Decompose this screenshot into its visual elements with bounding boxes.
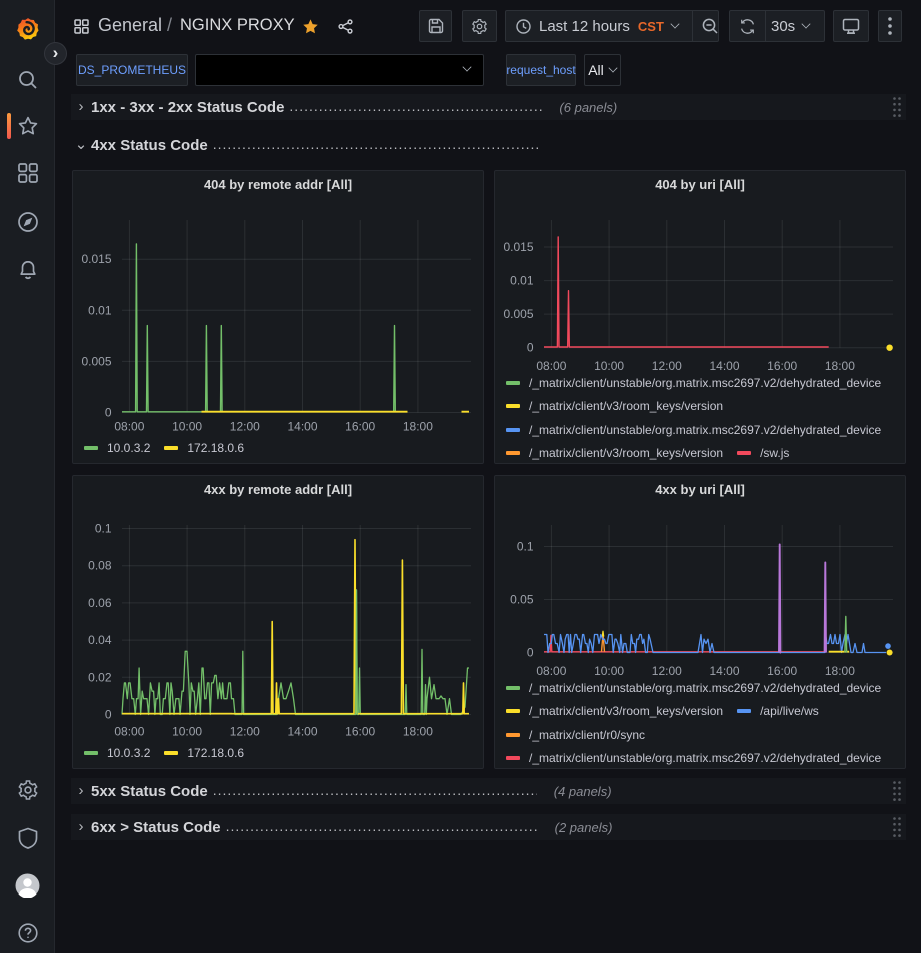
svg-text:0.02: 0.02	[88, 670, 112, 684]
svg-text:0.015: 0.015	[503, 240, 533, 254]
svg-text:18:00: 18:00	[403, 725, 433, 739]
svg-text:0.1: 0.1	[517, 540, 534, 554]
svg-text:08:00: 08:00	[114, 725, 144, 739]
svg-text:16:00: 16:00	[345, 420, 375, 434]
svg-text:0.05: 0.05	[510, 593, 534, 607]
svg-text:0: 0	[105, 406, 112, 420]
svg-text:12:00: 12:00	[230, 420, 260, 434]
svg-text:0.01: 0.01	[88, 303, 112, 317]
svg-text:0.005: 0.005	[81, 354, 111, 368]
svg-text:14:00: 14:00	[287, 725, 317, 739]
svg-text:10:00: 10:00	[172, 420, 202, 434]
svg-text:16:00: 16:00	[345, 725, 375, 739]
svg-text:0: 0	[527, 646, 534, 660]
svg-text:0.015: 0.015	[81, 252, 111, 266]
svg-text:08:00: 08:00	[114, 420, 144, 434]
svg-text:14:00: 14:00	[287, 420, 317, 434]
svg-text:0: 0	[527, 341, 534, 355]
svg-text:0: 0	[105, 708, 112, 722]
svg-text:0.01: 0.01	[510, 274, 534, 288]
svg-text:0.04: 0.04	[88, 633, 112, 647]
svg-text:0.08: 0.08	[88, 559, 112, 573]
svg-text:12:00: 12:00	[230, 725, 260, 739]
svg-text:18:00: 18:00	[403, 420, 433, 434]
svg-text:0.06: 0.06	[88, 596, 112, 610]
svg-text:0.1: 0.1	[95, 522, 112, 536]
svg-text:0.005: 0.005	[503, 307, 533, 321]
svg-text:10:00: 10:00	[172, 725, 202, 739]
